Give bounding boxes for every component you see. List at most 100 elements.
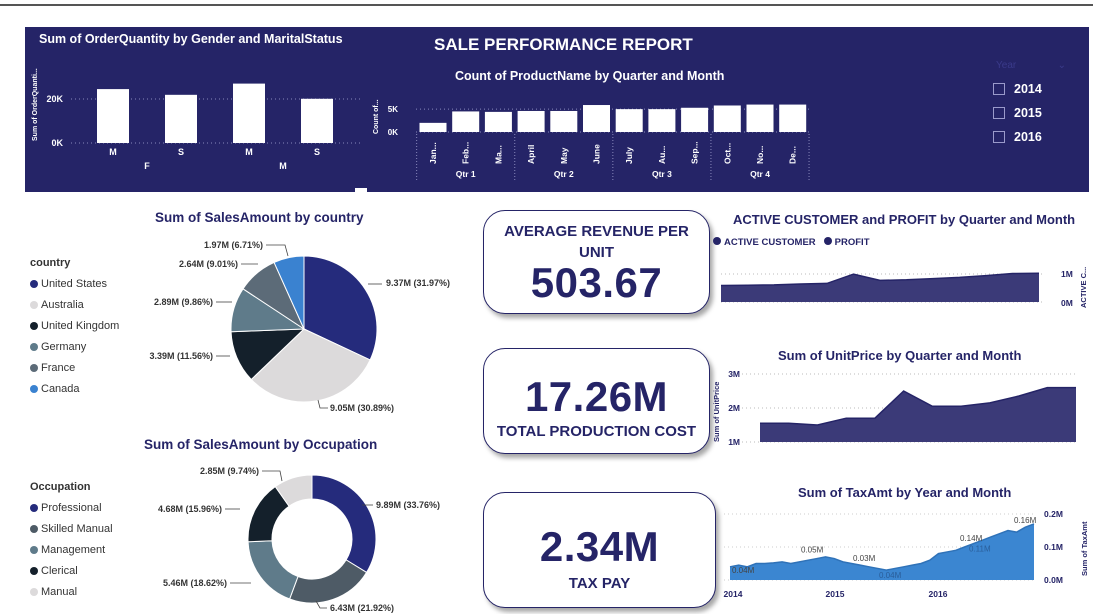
tax-pay-label: TAX PAY xyxy=(568,575,631,592)
x-tick-label: M xyxy=(109,147,117,157)
unit-price-chart[interactable]: 3M 2M 1M Sum of UnitPrice xyxy=(708,364,1093,452)
slicer-header: Year ⌄ xyxy=(996,60,1066,71)
x-tick-label: M xyxy=(245,147,253,157)
data-label: 0.04M xyxy=(879,571,902,580)
bar xyxy=(517,110,545,132)
x-tick-label: No... xyxy=(755,146,765,164)
active-customer-legend: ACTIVE CUSTOMER PROFIT xyxy=(713,237,870,248)
legend-title: country xyxy=(30,257,71,269)
order-quantity-chart[interactable]: 20K 0K Sum of OrderQuanti... M S M S F M xyxy=(25,50,365,190)
legend-dot xyxy=(30,363,38,372)
bar xyxy=(233,83,265,143)
legend-label: France xyxy=(41,361,76,374)
country-pie-chart[interactable]: 9.37M (31.97%) 9.05M (30.89%) 3.39M (11.56… xyxy=(130,232,470,422)
data-label: 0.11M xyxy=(969,545,991,554)
quarter-label: Qtr 3 xyxy=(652,169,672,179)
area-fill xyxy=(760,387,1076,442)
legend-item[interactable]: Clerical xyxy=(30,560,113,581)
legend-item[interactable]: Australia xyxy=(30,294,119,315)
legend-item[interactable]: Professional xyxy=(30,497,113,518)
bar xyxy=(301,98,333,143)
quarter-label: Qtr 4 xyxy=(750,169,770,179)
pie-data-label: 3.39M (11.56%) xyxy=(149,351,213,361)
unit-price-title: Sum of UnitPrice by Quarter and Month xyxy=(778,348,1022,363)
legend-item: PROFIT xyxy=(823,237,870,248)
year-slicer[interactable]: Year ⌄ 2014 2015 2016 xyxy=(990,60,1080,149)
avg-revenue-card: AVERAGE REVENUE PER UNIT 503.67 xyxy=(483,210,710,314)
avg-revenue-label: AVERAGE REVENUE PER UNIT xyxy=(504,223,689,261)
checkbox[interactable] xyxy=(993,131,1005,143)
legend-label: Management xyxy=(41,543,106,556)
pie-data-label: 9.89M (33.76%) xyxy=(376,500,440,510)
leader-line xyxy=(262,470,283,482)
legend-item[interactable]: United Kingdom xyxy=(30,315,119,336)
legend-dot xyxy=(30,587,38,596)
legend-item[interactable]: United States xyxy=(30,273,119,294)
slicer-option-2015[interactable]: 2015 xyxy=(990,101,1080,125)
y-tick-label: 0M xyxy=(1061,298,1073,308)
y-axis-label: Count of... xyxy=(373,99,380,134)
slicer-option-label: 2016 xyxy=(1014,130,1042,144)
bar xyxy=(583,105,610,132)
bar xyxy=(165,94,197,143)
x-tick-label: 2014 xyxy=(724,589,743,599)
pie-data-label: 2.64M (9.01%) xyxy=(179,259,238,269)
x-tick-label: April xyxy=(526,145,536,164)
legend-label: Australia xyxy=(41,298,84,311)
y-tick-label: 5K xyxy=(388,105,398,114)
window-top-border xyxy=(0,0,1093,6)
active-customer-chart[interactable]: 1M 0M ACTIVE C... xyxy=(713,252,1093,312)
legend-dot xyxy=(30,384,38,393)
quarter-label: Qtr 1 xyxy=(456,169,476,179)
y-axis-label: Sum of OrderQuanti... xyxy=(32,68,39,141)
x-tick-label: June xyxy=(592,144,602,164)
legend-label: United States xyxy=(41,277,108,290)
x-tick-label: Sep... xyxy=(690,141,700,164)
y-tick-label: 1M xyxy=(728,437,740,447)
legend-dot xyxy=(30,524,38,533)
x-tick-label: Oct... xyxy=(722,143,732,164)
legend-dot xyxy=(713,237,721,245)
legend-label: Clerical xyxy=(41,564,78,577)
y-tick-label: 0.1M xyxy=(1044,542,1063,552)
y-tick-label: 0K xyxy=(388,128,398,137)
legend-item[interactable]: Skilled Manual xyxy=(30,518,113,539)
legend-label: PROFIT xyxy=(834,237,870,248)
chevron-down-icon[interactable]: ⌄ xyxy=(1058,60,1066,71)
y-tick-label: 20K xyxy=(46,94,63,104)
x-group-label: M xyxy=(279,161,287,171)
country-pie-title: Sum of SalesAmount by country xyxy=(155,210,364,225)
y-tick-label: 2M xyxy=(728,403,740,413)
legend-dot xyxy=(823,237,832,245)
occupation-donut-chart[interactable]: 9.89M (33.76%) 6.43M (21.92%) 5.46M (18.62… xyxy=(130,458,470,614)
pie-data-label: 9.37M (31.97%) xyxy=(386,278,450,288)
product-count-chart[interactable]: 5K 0K Count of... Jan... Feb... Ma... April May… xyxy=(366,92,816,190)
x-tick-label: 2016 xyxy=(929,589,948,599)
data-label: 0.03M xyxy=(853,554,876,563)
legend-item[interactable]: Management xyxy=(30,539,113,560)
legend-item[interactable]: Manual xyxy=(30,581,113,602)
legend-item[interactable]: France xyxy=(30,357,119,378)
tax-amt-chart[interactable]: 0.2M0.1M0.0M0.04M0.05M0.03M0.04M0.11M0.1… xyxy=(716,504,1093,610)
x-group-label: F xyxy=(144,161,150,171)
pie-data-label: 6.43M (21.92%) xyxy=(330,603,394,613)
bar xyxy=(779,104,807,132)
leader-line xyxy=(266,244,289,257)
y-axis-label: ACTIVE C... xyxy=(1079,267,1088,308)
legend-label: Canada xyxy=(41,382,80,395)
legend-title: Occupation xyxy=(30,481,91,493)
y-axis-label: Sum of TaxAmt xyxy=(1080,521,1089,576)
slicer-option-2014[interactable]: 2014 xyxy=(990,77,1080,101)
slicer-option-2016[interactable]: 2016 xyxy=(990,125,1080,149)
pie-data-label: 2.89M (9.86%) xyxy=(154,297,213,307)
legend-label: ACTIVE CUSTOMER xyxy=(724,237,816,248)
quarter-label: Qtr 2 xyxy=(554,169,574,179)
legend-item[interactable]: Germany xyxy=(30,336,119,357)
country-legend: country United States Australia United Kin… xyxy=(30,257,119,399)
production-cost-value: 17.26M xyxy=(524,373,669,420)
legend-item[interactable]: Canada xyxy=(30,378,119,399)
area-fill xyxy=(721,273,1039,302)
checkbox[interactable] xyxy=(993,83,1005,95)
bar xyxy=(648,109,676,132)
checkbox[interactable] xyxy=(993,107,1005,119)
